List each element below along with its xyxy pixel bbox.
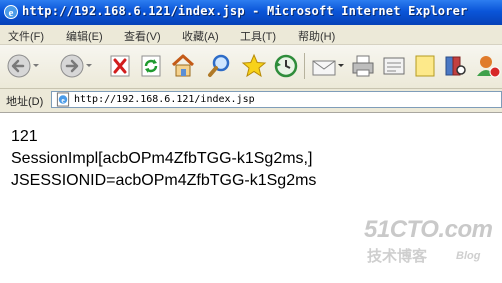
menu-help[interactable]: 帮助(H) — [298, 28, 335, 44]
search-icon[interactable] — [206, 52, 232, 80]
history-icon[interactable] — [272, 52, 298, 80]
toolbar-separator — [304, 53, 305, 79]
address-label: 地址(D) — [6, 96, 44, 108]
svg-text:e: e — [9, 7, 14, 19]
menu-favorites[interactable]: 收藏(A) — [182, 28, 219, 44]
mail-icon[interactable] — [310, 52, 346, 80]
title-bar: e http://192.168.6.121/index.jsp - Micro… — [0, 0, 502, 25]
refresh-icon[interactable] — [139, 52, 163, 80]
address-field[interactable]: e http://192.168.6.121/index.jsp — [51, 91, 502, 108]
edit-icon[interactable] — [381, 52, 407, 80]
toolbar — [0, 45, 502, 89]
content-line-1: 121 — [11, 128, 38, 145]
menu-file[interactable]: 文件(F) — [8, 28, 44, 44]
watermark-logo: 51CTO.com — [364, 216, 493, 243]
forward-icon[interactable] — [58, 52, 94, 80]
address-bar: 地址(D) e http://192.168.6.121/index.jsp — [0, 89, 502, 113]
ie-logo-icon: e — [4, 5, 18, 19]
watermark-subtitle: 技术博客 — [367, 247, 428, 265]
menu-edit[interactable]: 编辑(E) — [66, 28, 103, 44]
content-line-3: JSESSIONID=acbOPm4ZfbTGG-k1Sg2ms — [11, 172, 317, 189]
window-title: http://192.168.6.121/index.jsp - Microso… — [22, 4, 468, 18]
menu-tools[interactable]: 工具(T) — [240, 28, 276, 44]
stop-icon[interactable] — [108, 52, 132, 80]
back-icon[interactable] — [5, 52, 41, 80]
print-icon[interactable] — [350, 52, 376, 80]
favorites-icon[interactable] — [240, 52, 268, 80]
content-line-2: SessionImpl[acbOPm4ZfbTGG-k1Sg2ms,] — [11, 150, 313, 167]
menu-view[interactable]: 查看(V) — [124, 28, 161, 44]
page-icon: e — [56, 92, 70, 107]
research-icon[interactable] — [442, 52, 468, 80]
address-input[interactable]: http://192.168.6.121/index.jsp — [74, 94, 255, 105]
home-icon[interactable] — [170, 52, 196, 80]
discuss-icon[interactable] — [413, 52, 437, 80]
watermark-blog: Blog — [456, 250, 481, 262]
messenger-icon[interactable] — [474, 52, 502, 80]
menu-bar: 文件(F) 编辑(E) 查看(V) 收藏(A) 工具(T) 帮助(H) — [0, 25, 502, 45]
